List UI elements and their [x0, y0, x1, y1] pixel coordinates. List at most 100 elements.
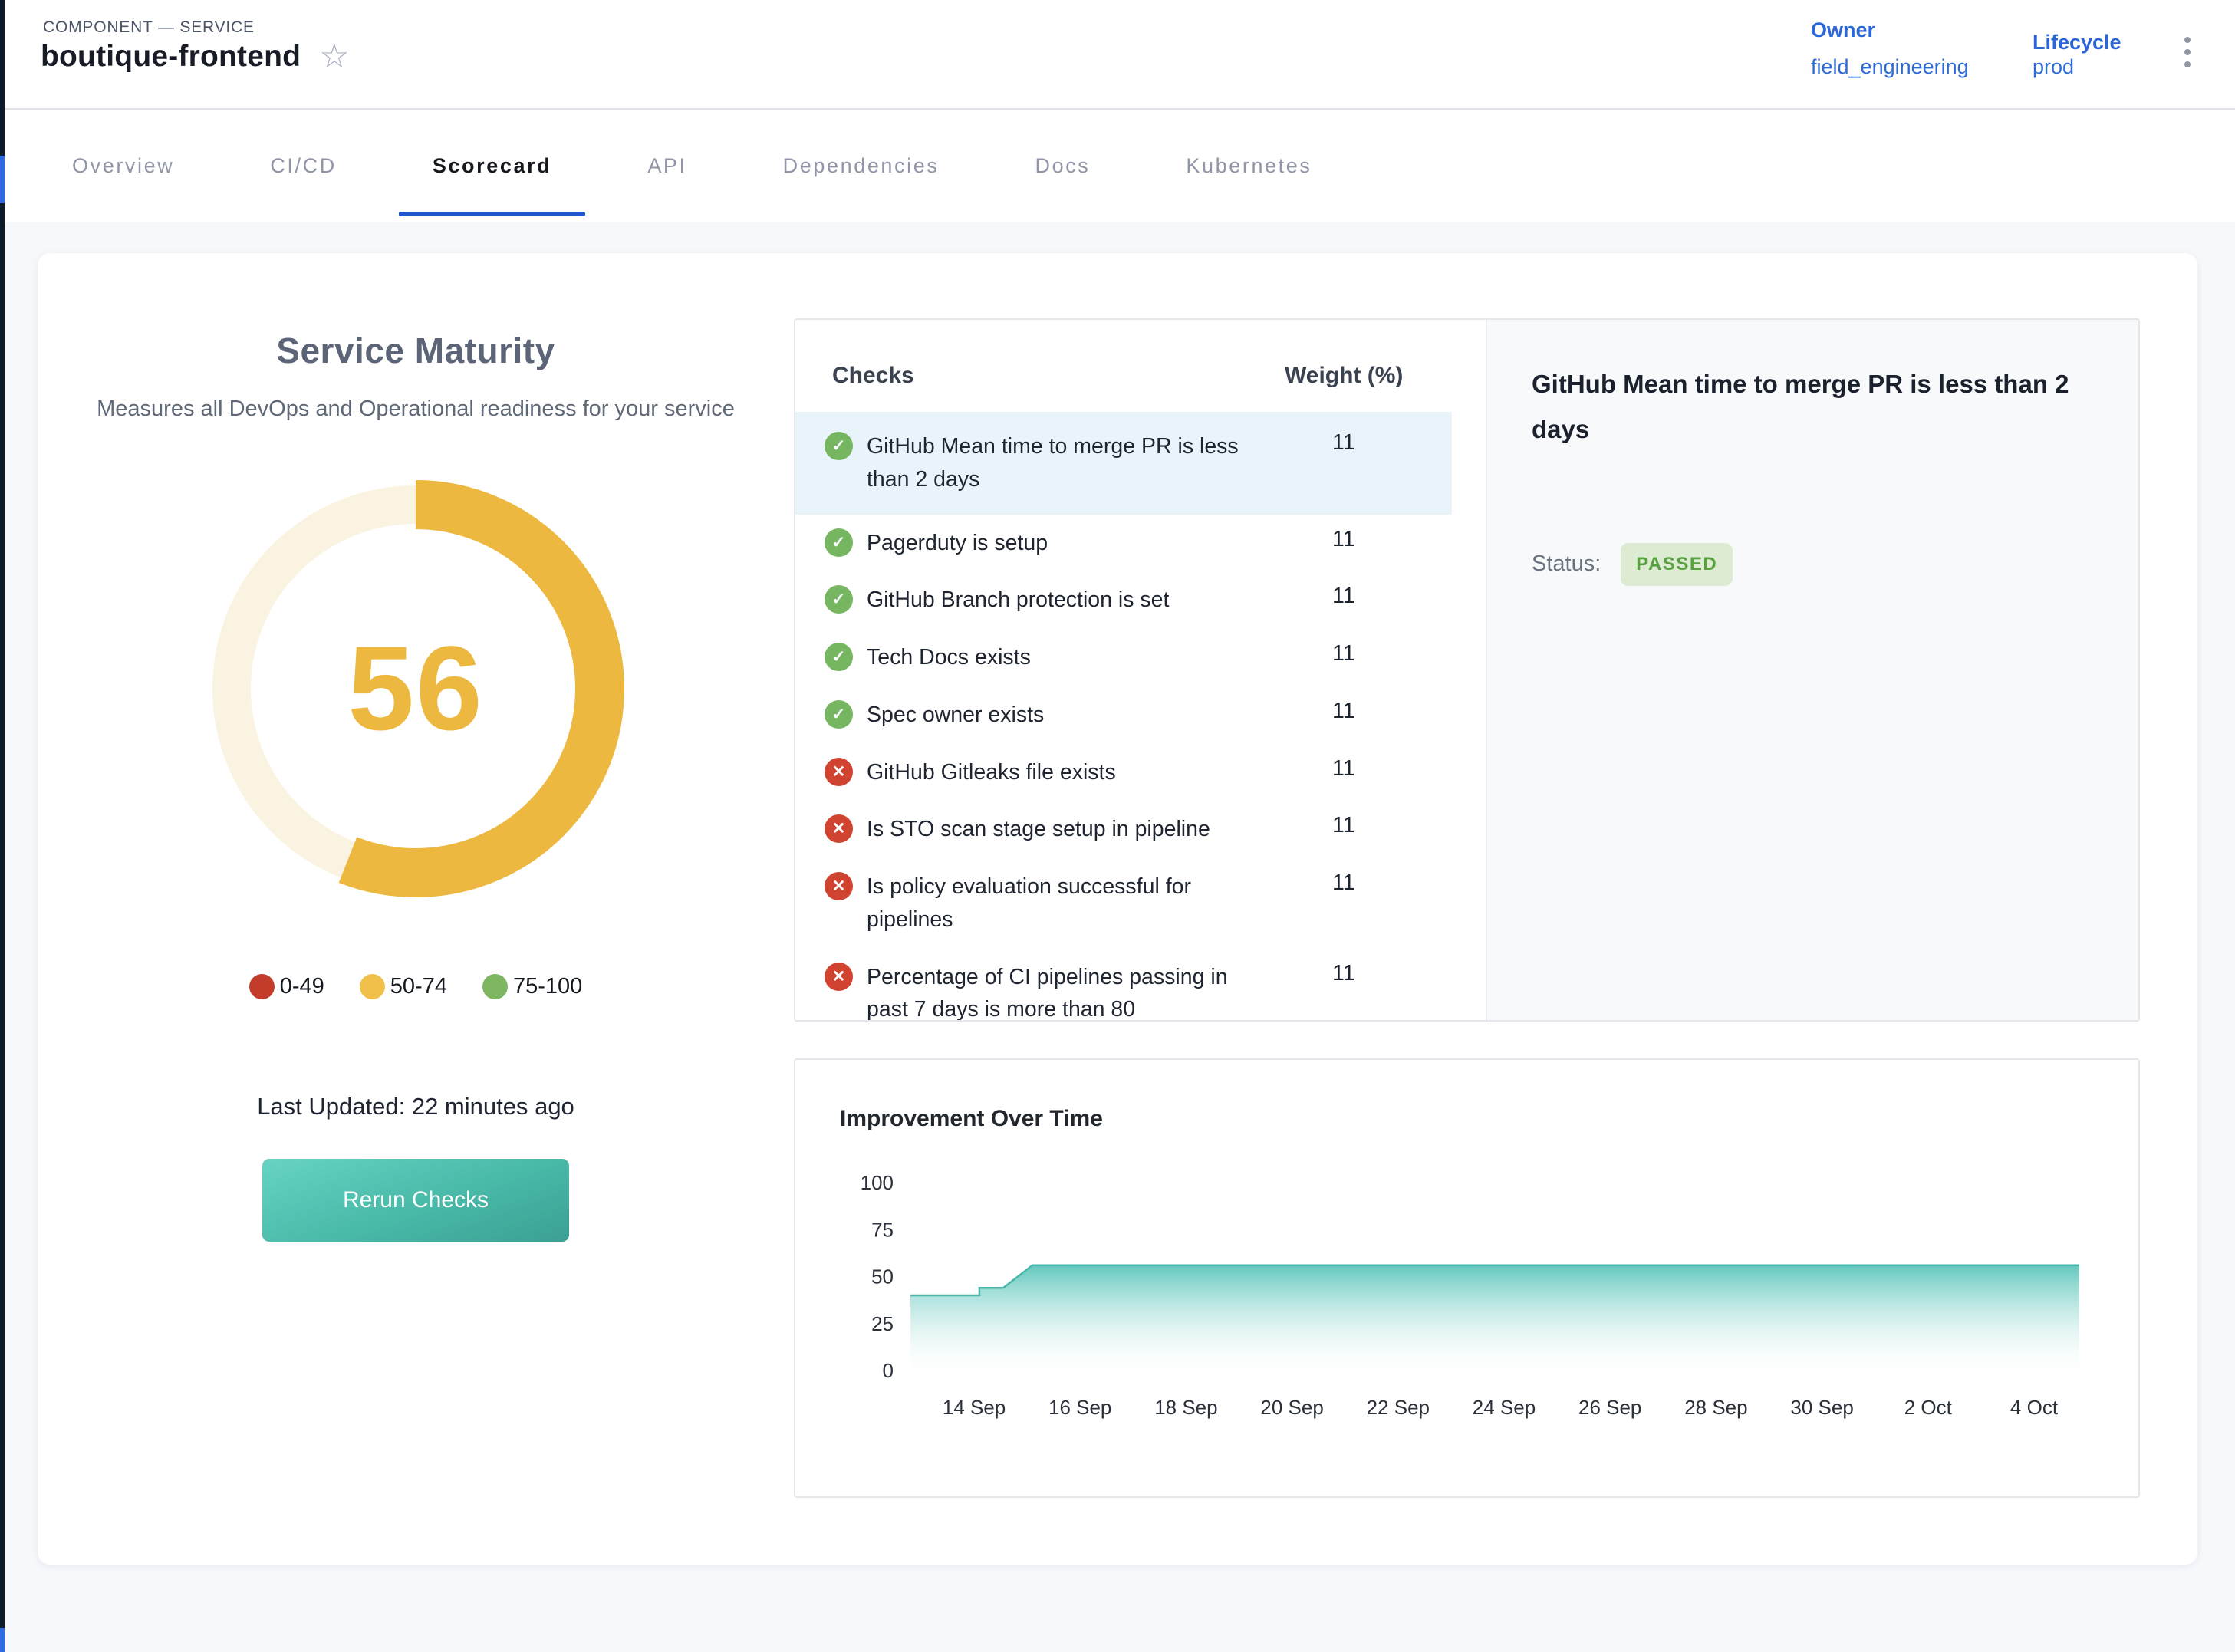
legend-dot — [249, 974, 275, 999]
scorecard-subtitle: Measures all DevOps and Operational read… — [82, 391, 749, 426]
tab-label: Dependencies — [783, 154, 940, 178]
check-passed-icon: ✓ — [825, 585, 853, 614]
y-axis-tick: 0 — [883, 1359, 894, 1382]
checks-column-header: Checks — [832, 363, 1285, 389]
tab-label: API — [647, 154, 686, 178]
checks-container: Checks Weight (%) ✓ GitHub Mean time to m… — [794, 318, 2140, 1022]
x-axis-tick: 18 Sep — [1154, 1396, 1217, 1419]
legend-item-0-49: 0-49 — [249, 974, 324, 999]
check-passed-icon: ✓ — [825, 528, 853, 557]
check-label: GitHub Mean time to merge PR is less tha… — [867, 430, 1285, 496]
tab-dependencies[interactable]: Dependencies — [783, 110, 940, 222]
entity-tab-bar: Overview CI/CD Scorecard API Dependencies Doc… — [0, 110, 2235, 222]
check-row[interactable]: ✕ GitHub Gitleaks file exists11 — [795, 744, 1452, 801]
area-fill — [910, 1265, 2079, 1371]
check-passed-icon: ✓ — [825, 432, 853, 460]
legend-dot — [360, 974, 385, 999]
check-row[interactable]: ✓ Tech Docs exists11 — [795, 629, 1452, 686]
check-weight: 11 — [1285, 527, 1452, 552]
tab-label: Kubernetes — [1186, 154, 1312, 178]
check-row[interactable]: ✓ GitHub Mean time to merge PR is less th… — [795, 412, 1452, 515]
check-row[interactable]: ✕ Is policy evaluation successful for pip… — [795, 858, 1452, 949]
x-axis-tick: 22 Sep — [1367, 1396, 1430, 1419]
legend-label: 0-49 — [280, 974, 324, 999]
owner-label: Owner — [1811, 18, 1875, 42]
check-detail-title: GitHub Mean time to merge PR is less tha… — [1532, 361, 2094, 452]
check-failed-icon: ✕ — [825, 758, 853, 786]
check-label: Spec owner exists — [867, 699, 1285, 732]
kebab-menu-icon[interactable] — [2180, 32, 2195, 72]
score-gauge: 56 — [201, 474, 630, 903]
tab-scorecard[interactable]: Scorecard — [433, 110, 551, 222]
check-weight: 11 — [1285, 870, 1452, 896]
x-axis-tick: 28 Sep — [1684, 1396, 1747, 1419]
status-label: Status: — [1532, 551, 1601, 577]
check-passed-icon: ✓ — [825, 643, 853, 671]
check-row[interactable]: ✕ Is STO scan stage setup in pipeline11 — [795, 801, 1452, 858]
scorecard-title: Service Maturity — [38, 330, 794, 371]
tab-ci-cd[interactable]: CI/CD — [270, 110, 337, 222]
y-axis-tick: 75 — [871, 1218, 894, 1241]
check-label: Tech Docs exists — [867, 641, 1285, 674]
tab-label: CI/CD — [270, 154, 337, 178]
check-label: GitHub Gitleaks file exists — [867, 756, 1285, 789]
scorecard-card: Service Maturity Measures all DevOps and… — [38, 253, 2197, 1565]
entity-kind-breadcrumb: COMPONENT — SERVICE — [43, 18, 255, 37]
checks-table: Checks Weight (%) ✓ GitHub Mean time to m… — [795, 320, 1486, 1020]
x-axis-tick: 4 Oct — [2010, 1396, 2059, 1419]
entity-header: COMPONENT — SERVICE boutique-frontend ☆ … — [0, 0, 2235, 110]
nav-active-indicator-top — [0, 156, 5, 203]
tab-docs[interactable]: Docs — [1035, 110, 1090, 222]
page-title: boutique-frontend — [41, 40, 301, 74]
x-axis-tick: 16 Sep — [1048, 1396, 1111, 1419]
check-label: Is policy evaluation successful for pipe… — [867, 870, 1285, 936]
last-updated-text: Last Updated: 22 minutes ago — [38, 1093, 794, 1121]
nav-active-indicator-bottom — [0, 1628, 5, 1652]
check-label: Percentage of CI pipelines passing in pa… — [867, 961, 1285, 1022]
check-label: Pagerduty is setup — [867, 527, 1285, 560]
check-weight: 11 — [1285, 813, 1452, 838]
legend-dot — [482, 974, 508, 999]
check-detail-panel: GitHub Mean time to merge PR is less tha… — [1486, 320, 2138, 1020]
score-value: 56 — [201, 474, 630, 903]
checks-and-trend: Checks Weight (%) ✓ GitHub Mean time to m… — [794, 318, 2140, 1498]
improvement-chart-container: Improvement Over Time 025507510014 Sep16… — [794, 1058, 2140, 1498]
check-row[interactable]: ✕Percentage of CI pipelines passing in p… — [795, 949, 1452, 1022]
lifecycle-label: Lifecycle — [2033, 31, 2121, 54]
check-row[interactable]: ✓ Spec owner exists11 — [795, 686, 1452, 744]
legend-item-50-74: 50-74 — [360, 974, 447, 999]
scorecard-page: Service Maturity Measures all DevOps and… — [5, 222, 2235, 1652]
check-failed-icon: ✕ — [825, 814, 853, 843]
checks-rows: ✓ GitHub Mean time to merge PR is less th… — [795, 412, 1486, 1022]
check-passed-icon: ✓ — [825, 700, 853, 729]
lifecycle-value: prod — [2033, 55, 2074, 79]
left-nav-edge — [0, 0, 5, 1652]
owner-value-link[interactable]: field_engineering — [1811, 55, 1969, 79]
legend-label: 75-100 — [513, 974, 582, 999]
y-axis-tick: 25 — [871, 1312, 894, 1335]
check-weight: 11 — [1285, 641, 1452, 666]
check-label: Is STO scan stage setup in pipeline — [867, 813, 1285, 846]
x-axis-tick: 30 Sep — [1790, 1396, 1853, 1419]
check-failed-icon: ✕ — [825, 872, 853, 900]
weight-column-header: Weight (%) — [1285, 363, 1486, 389]
check-row[interactable]: ✓GitHub Branch protection is set11 — [795, 571, 1452, 629]
check-weight: 11 — [1285, 756, 1452, 782]
x-axis-tick: 14 Sep — [943, 1396, 1006, 1419]
x-axis-tick: 24 Sep — [1473, 1396, 1536, 1419]
star-favorite-icon[interactable]: ☆ — [319, 40, 349, 74]
score-legend: 0-49 50-74 75-100 — [38, 974, 794, 999]
checks-table-header: Checks Weight (%) — [795, 347, 1486, 412]
x-axis-tick: 26 Sep — [1578, 1396, 1641, 1419]
check-row[interactable]: ✓ Pagerduty is setup11 — [795, 515, 1452, 572]
status-badge: PASSED — [1621, 543, 1733, 586]
check-weight: 11 — [1285, 699, 1452, 724]
check-weight: 11 — [1285, 430, 1452, 456]
tab-overview[interactable]: Overview — [72, 110, 174, 222]
tab-kubernetes[interactable]: Kubernetes — [1186, 110, 1312, 222]
tab-label: Overview — [72, 154, 174, 178]
rerun-checks-button[interactable]: Rerun Checks — [262, 1159, 569, 1242]
check-weight: 11 — [1285, 584, 1452, 609]
tab-api[interactable]: API — [647, 110, 686, 222]
legend-item-75-100: 75-100 — [482, 974, 582, 999]
